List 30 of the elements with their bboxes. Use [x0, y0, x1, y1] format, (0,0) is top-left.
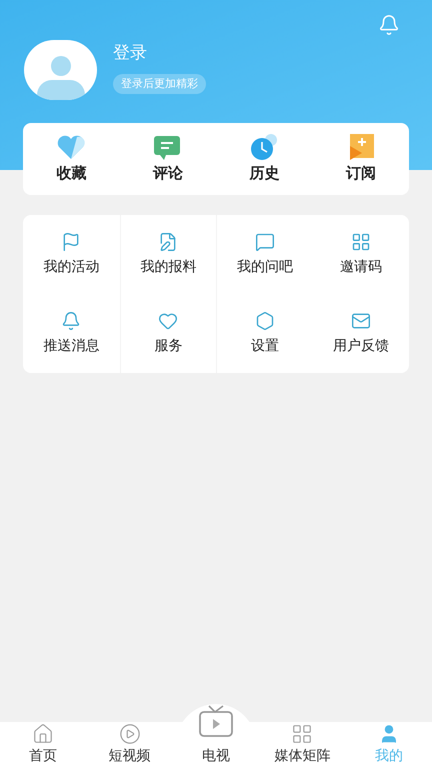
- tab-label[interactable]: 媒体矩阵: [274, 745, 330, 766]
- tab-label[interactable]: 电视: [202, 745, 230, 766]
- shortcut-label[interactable]: 历史: [249, 162, 280, 186]
- login-hint: 登录后更加精彩: [113, 74, 206, 94]
- mail-icon: [350, 311, 371, 331]
- grid-icon: [350, 232, 371, 252]
- menu-item[interactable]: 用户反馈: [332, 335, 389, 356]
- menu-item[interactable]: 邀请码: [340, 256, 382, 277]
- bell-icon: [61, 311, 82, 331]
- settings-icon: [254, 311, 275, 331]
- message-icon: [254, 232, 275, 252]
- menu-item[interactable]: 我的报料: [140, 256, 196, 277]
- play-icon: [118, 723, 141, 745]
- tv-icon: [196, 704, 235, 738]
- flag-icon: [61, 232, 82, 252]
- home-icon: [32, 723, 54, 745]
- grid-icon: [291, 723, 314, 745]
- tab-label[interactable]: 短视频: [108, 745, 151, 766]
- shortcut-label[interactable]: 收藏: [56, 162, 86, 186]
- heart-icon: [158, 311, 178, 331]
- menu-item[interactable]: 我的活动: [43, 256, 100, 277]
- notification-icon[interactable]: [378, 14, 400, 36]
- menu-item[interactable]: 我的问吧: [236, 256, 293, 277]
- menu-item[interactable]: 推送消息: [43, 335, 100, 356]
- shortcut-label[interactable]: 订阅: [346, 162, 376, 186]
- menu-item[interactable]: 服务: [154, 335, 182, 356]
- shortcut-label[interactable]: 评论: [152, 162, 183, 186]
- edit-icon: [158, 232, 178, 252]
- tab-label[interactable]: 首页: [29, 745, 58, 766]
- menu-item[interactable]: 设置: [250, 335, 279, 356]
